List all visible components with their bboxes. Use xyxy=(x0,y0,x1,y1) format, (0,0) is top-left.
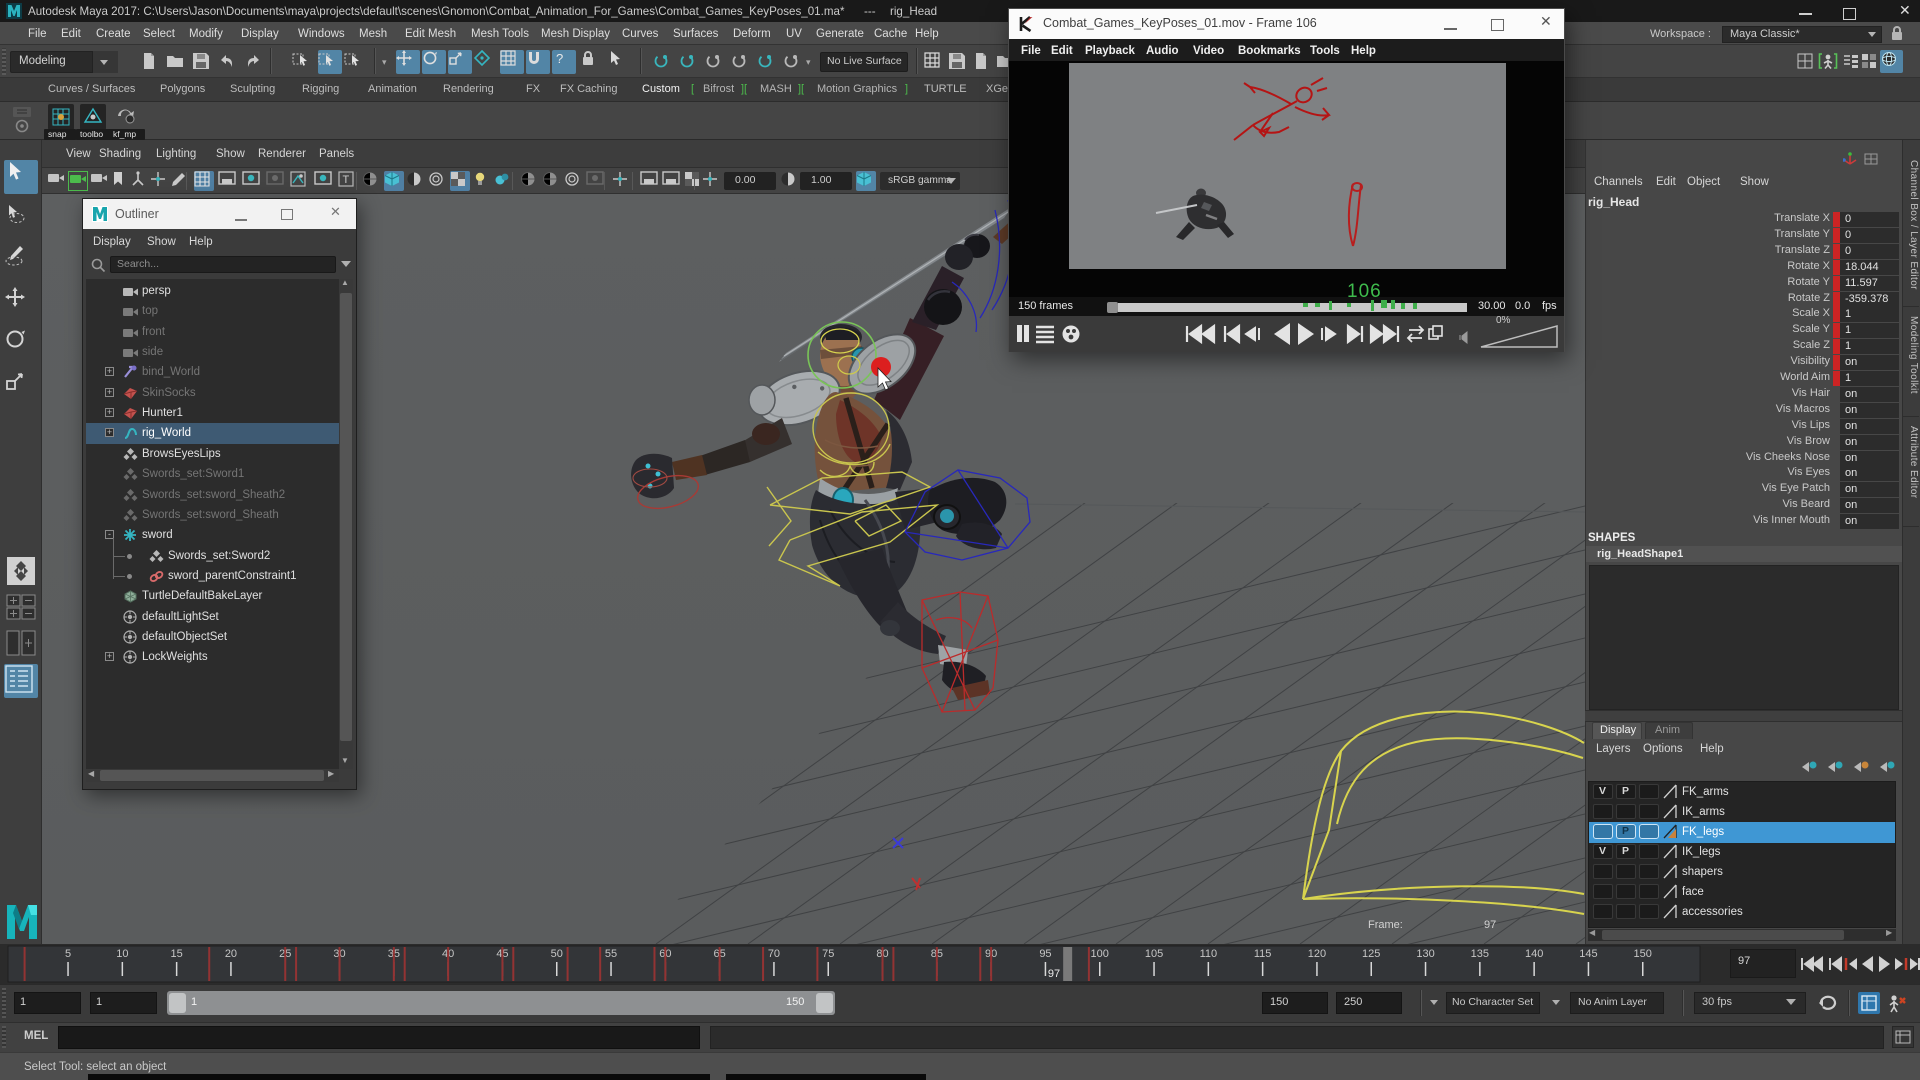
svg-text:20: 20 xyxy=(225,948,237,960)
svg-text:140: 140 xyxy=(1525,948,1543,960)
svg-text:105: 105 xyxy=(1145,948,1163,960)
svg-text:10: 10 xyxy=(116,948,128,960)
svg-text:135: 135 xyxy=(1471,948,1489,960)
svg-text:100: 100 xyxy=(1091,948,1109,960)
svg-text:120: 120 xyxy=(1308,948,1326,960)
svg-text:145: 145 xyxy=(1579,948,1597,960)
svg-text:75: 75 xyxy=(822,948,834,960)
svg-text:110: 110 xyxy=(1200,948,1218,960)
svg-text:115: 115 xyxy=(1254,948,1272,960)
svg-text:70: 70 xyxy=(768,948,780,960)
svg-text:15: 15 xyxy=(171,948,183,960)
svg-text:50: 50 xyxy=(551,948,563,960)
svg-text:125: 125 xyxy=(1362,948,1380,960)
svg-text:55: 55 xyxy=(605,948,617,960)
svg-text:130: 130 xyxy=(1416,948,1434,960)
svg-text:150: 150 xyxy=(1634,948,1652,960)
svg-text:T: T xyxy=(343,174,350,186)
svg-text:97: 97 xyxy=(1048,968,1060,980)
svg-text:?: ? xyxy=(556,51,563,66)
svg-text:95: 95 xyxy=(1039,948,1051,960)
svg-text:5: 5 xyxy=(65,948,71,960)
